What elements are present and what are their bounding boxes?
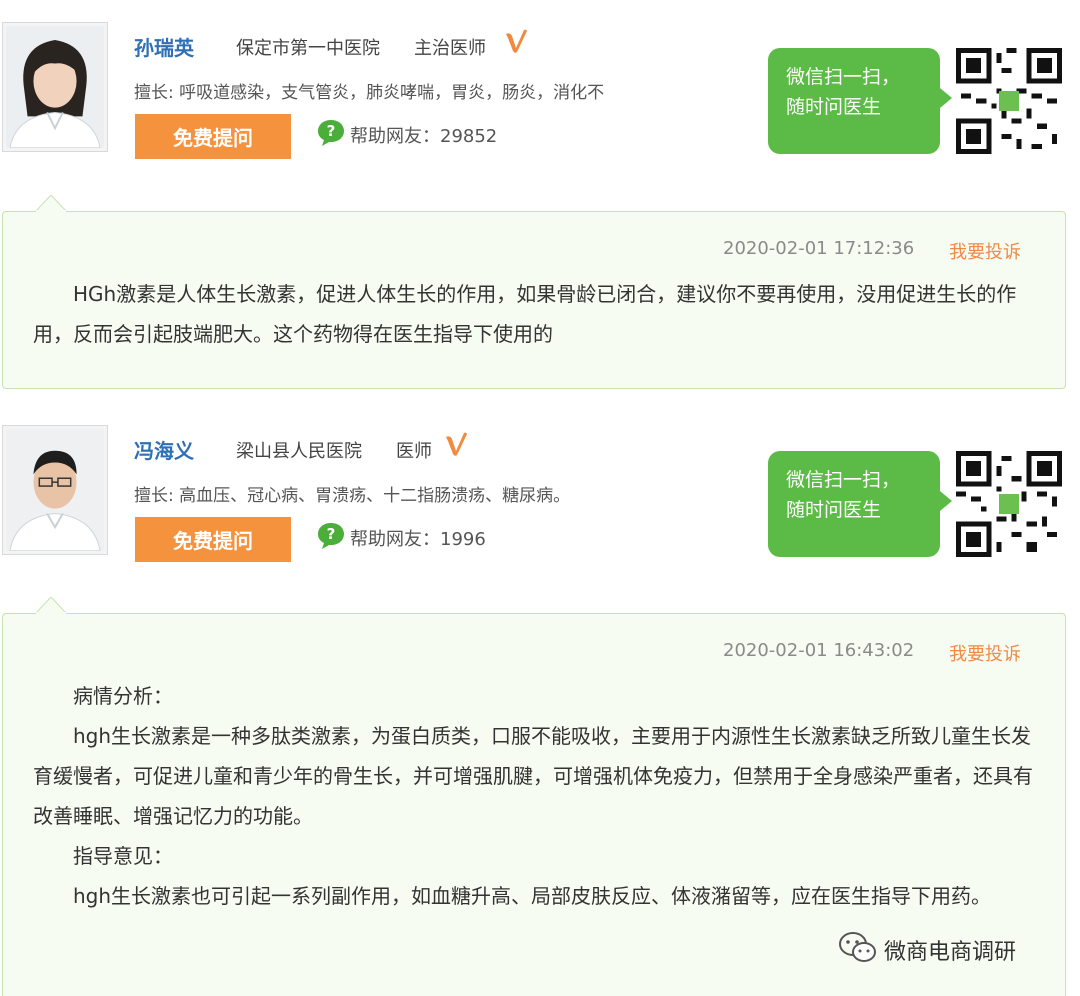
qr-code[interactable]	[956, 48, 1062, 154]
help-count-text: 帮助网友：29852	[350, 126, 498, 147]
reply-body: HGh激素是人体生长激素，促进人体生长的作用，如果骨龄已闭合，建议你不要再使用，…	[33, 274, 1043, 354]
wechat-scan-bubble: 微信扫一扫， 随时问医生	[768, 451, 952, 557]
doctor-hospital: 保定市第一中医院	[236, 38, 380, 59]
doctor-avatar[interactable]	[2, 22, 108, 152]
svg-text:?: ?	[327, 122, 336, 140]
chat-bubble-icon: ?	[318, 523, 344, 549]
doctor-avatar[interactable]	[2, 425, 108, 555]
reply-paragraph: hgh生长激素也可引起一系列副作用，如血糖升高、局部皮肤反应、体液潴留等，应在医…	[73, 884, 992, 908]
doctor-name[interactable]: 冯海义	[134, 435, 194, 464]
reply-pointer	[35, 195, 67, 212]
complain-link[interactable]: 我要投诉	[949, 238, 1021, 264]
doctor-card: 冯海义 梁山县人民医院 医师 擅长: 高血压、冠心病、胃溃疡、十二指肠溃疡、糖尿…	[0, 403, 1080, 563]
verified-v-icon	[446, 432, 467, 456]
reply-pointer	[35, 597, 67, 614]
reply-section-heading: 病情分析：	[73, 684, 173, 708]
doctor-hospital: 梁山县人民医院	[236, 441, 362, 462]
complain-link[interactable]: 我要投诉	[949, 640, 1021, 666]
free-ask-button[interactable]: 免费提问	[135, 517, 291, 562]
verified-v-icon	[506, 29, 527, 53]
wechat-line-1: 微信扫一扫，	[786, 469, 901, 491]
reply-timestamp: 2020-02-01 17:12:36	[723, 238, 915, 259]
reply-card: 2020-02-01 17:12:36 我要投诉 HGh激素是人体生长激素，促进…	[2, 195, 1066, 389]
svg-text:?: ?	[327, 525, 336, 543]
wechat-line-2: 随时问医生	[786, 499, 882, 521]
reply-section-heading: 指导意见：	[73, 844, 173, 868]
wechat-line-1: 微信扫一扫，	[786, 66, 901, 88]
free-ask-button[interactable]: 免费提问	[135, 114, 291, 159]
reply-paragraph: hgh生长激素是一种多肽类激素，为蛋白质类，口服不能吸收，主要用于内源性生长激素…	[33, 724, 1033, 828]
footer-brand: 微商电商调研	[884, 940, 1017, 965]
chat-bubble-icon: ?	[318, 120, 344, 146]
help-count-text: 帮助网友：1996	[350, 529, 486, 550]
doctor-name[interactable]: 孙瑞英	[134, 32, 194, 61]
doctor-title: 主治医师	[414, 38, 486, 59]
doctor-title: 医师	[396, 441, 432, 462]
wechat-logo-icon	[839, 932, 876, 962]
wechat-line-2: 随时问医生	[786, 96, 882, 118]
doctor-specialty: 擅长: 高血压、冠心病、胃溃疡、十二指肠溃疡、糖尿病。	[134, 486, 571, 506]
wechat-scan-bubble: 微信扫一扫， 随时问医生	[768, 48, 952, 154]
qr-code[interactable]	[956, 451, 1062, 557]
doctor-card: 孙瑞英 保定市第一中医院 主治医师 擅长: 呼吸道感染，支气管炎，肺炎哮喘，胃炎…	[0, 0, 1080, 160]
doctor-specialty: 擅长: 呼吸道感染，支气管炎，肺炎哮喘，胃炎，肠炎，消化不	[134, 83, 605, 103]
reply-paragraph: HGh激素是人体生长激素，促进人体生长的作用，如果骨龄已闭合，建议你不要再使用，…	[33, 282, 1017, 346]
reply-body: 病情分析： hgh生长激素是一种多肽类激素，为蛋白质类，口服不能吸收，主要用于内…	[33, 676, 1043, 916]
reply-timestamp: 2020-02-01 16:43:02	[723, 640, 915, 661]
